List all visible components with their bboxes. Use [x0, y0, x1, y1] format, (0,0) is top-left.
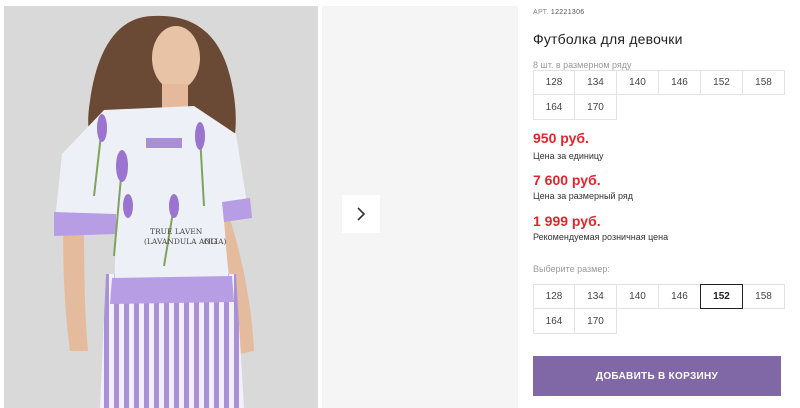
size-option-152[interactable]: 152: [700, 284, 743, 309]
retail-price-label: Рекомендуемая розничная цена: [533, 232, 669, 242]
size-row-cell: 158: [742, 70, 785, 95]
size-row-hint: 8 шт. в размерном ряду: [533, 60, 632, 70]
size-row-cell: 128: [533, 70, 575, 95]
size-option-164[interactable]: 164: [533, 308, 575, 334]
unit-price: 950 руб.: [533, 130, 589, 146]
size-row-cell: 140: [616, 70, 659, 95]
size-selector: 128 134 140 146 152 158 164 170: [533, 284, 785, 334]
size-option-128[interactable]: 128: [533, 284, 575, 309]
size-row-price-label: Цена за размерный ряд: [533, 191, 634, 201]
article-number: АРТ. 12221306: [533, 9, 584, 16]
shirt-print-line-3: OLIA): [204, 237, 227, 246]
size-option-158[interactable]: 158: [742, 284, 785, 309]
product-title: Футболка для девочки: [533, 31, 683, 47]
size-row-price: 7 600 руб.: [533, 172, 601, 188]
unit-price-label: Цена за единицу: [533, 151, 604, 161]
size-select-hint: Выберите размер:: [533, 264, 610, 274]
size-row-grid: 128 134 140 146 152 158 164 170: [533, 70, 785, 120]
article-label: АРТ.: [533, 9, 549, 16]
size-row-cell: 146: [658, 70, 701, 95]
gallery-next-button[interactable]: [342, 195, 380, 233]
shirt-print-line-1: TRUE LAVEN: [150, 227, 203, 236]
article-value: 12221306: [550, 9, 585, 16]
size-row-cell: 164: [533, 94, 575, 120]
size-row-cell: 152: [700, 70, 743, 95]
size-option-140[interactable]: 140: [616, 284, 659, 309]
size-option-146[interactable]: 146: [658, 284, 701, 309]
size-option-170[interactable]: 170: [574, 308, 617, 334]
retail-price: 1 999 руб.: [533, 213, 601, 229]
size-row-cell: 134: [574, 70, 617, 95]
size-row-cell: 170: [574, 94, 617, 120]
add-to-cart-button[interactable]: ДОБАВИТЬ В КОРЗИНУ: [533, 356, 781, 396]
size-option-134[interactable]: 134: [574, 284, 617, 309]
product-photo: TRUE LAVEN (LAVANDULA ANG OLIA): [4, 6, 318, 408]
product-info: АРТ. 12221306 Футболка для девочки 8 шт.…: [533, 0, 795, 408]
chevron-right-icon: [357, 207, 366, 221]
